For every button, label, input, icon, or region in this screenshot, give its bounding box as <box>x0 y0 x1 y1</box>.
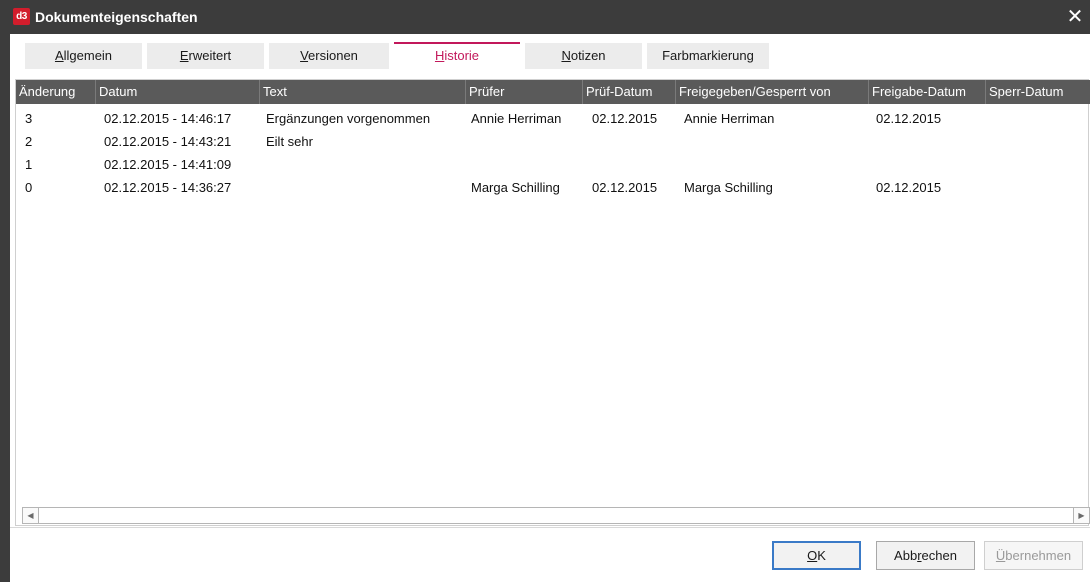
tab-mnemonic: V <box>300 48 309 63</box>
cell-pruef-datum: 02.12.2015 <box>592 180 658 195</box>
cell-datum: 02.12.2015 - 14:46:17 <box>104 111 232 126</box>
tab-mnemonic: A <box>54 48 64 63</box>
cell-pruefer: Marga Schilling <box>471 180 560 195</box>
cell-freigegeben-von: Marga Schilling <box>684 180 773 195</box>
window-left-border <box>0 0 10 582</box>
apply-button[interactable]: Übernehmen <box>984 541 1083 570</box>
cell-sperr-datum <box>990 153 1090 176</box>
app-logo-icon: d3 <box>13 8 30 25</box>
dialog-window: d3 Dokumenteigenschaften ✕ Allgemein Erw… <box>0 0 1090 582</box>
tab-erweitert[interactable]: Erweitert <box>147 43 264 69</box>
button-mnemonic: O <box>807 548 818 563</box>
cell-text: Eilt sehr <box>266 134 313 149</box>
cell-aenderung: 1 <box>25 157 33 172</box>
scroll-track[interactable] <box>39 507 1073 524</box>
scroll-left-icon[interactable]: ◀ <box>22 507 39 524</box>
tab-label-pre: Farbmarkierung <box>662 48 754 63</box>
column-header-text[interactable]: Text <box>260 80 466 104</box>
button-mnemonic: Ü <box>995 548 1006 563</box>
cell-pruef-datum <box>592 130 676 153</box>
cell-freigabe-datum: 02.12.2015 <box>876 180 942 195</box>
cell-pruef-datum: 02.12.2015 <box>592 111 658 126</box>
cell-aenderung: 3 <box>25 111 33 126</box>
list-header: Änderung Datum Text Prüfer Prüf-Datum Fr… <box>16 80 1090 104</box>
cell-sperr-datum <box>990 130 1090 153</box>
cell-text: Ergänzungen vorgenommen <box>266 111 431 126</box>
cell-freigabe-datum <box>876 130 986 153</box>
cell-freigegeben-von <box>684 153 869 176</box>
tab-label-post: llgemein <box>63 48 113 63</box>
button-label-post: bernehmen <box>1005 548 1072 563</box>
column-header-pruefer[interactable]: Prüfer <box>466 80 583 104</box>
tab-mnemonic: N <box>561 48 571 63</box>
cancel-button[interactable]: Abbrechen <box>876 541 975 570</box>
tab-mnemonic: H <box>434 48 445 63</box>
cell-freigegeben-von <box>684 130 869 153</box>
cell-freigabe-datum: 02.12.2015 <box>876 111 942 126</box>
horizontal-scrollbar[interactable]: ◀ ▶ <box>22 507 1090 524</box>
column-header-aenderung[interactable]: Änderung <box>16 80 96 104</box>
cell-pruef-datum <box>592 153 676 176</box>
cell-text <box>266 176 466 199</box>
cell-datum: 02.12.2015 - 14:43:21 <box>104 134 232 149</box>
tab-historie[interactable]: Historie <box>394 42 520 69</box>
tab-farbmarkierung[interactable]: Farbmarkierung <box>647 43 769 69</box>
cell-pruefer <box>471 130 586 153</box>
tab-label-post: otizen <box>570 48 606 63</box>
button-label-pre: Abb <box>894 548 918 563</box>
scroll-right-icon[interactable]: ▶ <box>1073 507 1090 524</box>
column-header-pruef-datum[interactable]: Prüf-Datum <box>583 80 676 104</box>
column-header-freigegeben-gesperrt-von[interactable]: Freigegeben/Gesperrt von <box>676 80 869 104</box>
tab-allgemein[interactable]: Allgemein <box>25 43 142 69</box>
column-header-sperr-datum[interactable]: Sperr-Datum <box>986 80 1090 104</box>
tab-label-post: rweitert <box>188 48 232 63</box>
column-header-freigabe-datum[interactable]: Freigabe-Datum <box>869 80 986 104</box>
cell-pruefer: Annie Herriman <box>471 111 562 126</box>
cell-sperr-datum <box>990 176 1090 199</box>
tab-versionen[interactable]: Versionen <box>269 43 389 69</box>
tab-label-post: istorie <box>444 48 480 63</box>
close-icon[interactable]: ✕ <box>1060 0 1090 34</box>
cell-datum: 02.12.2015 - 14:41:09 <box>104 157 232 172</box>
cell-datum: 02.12.2015 - 14:36:27 <box>104 180 232 195</box>
cell-aenderung: 2 <box>25 134 33 149</box>
table-row[interactable]: 0 02.12.2015 - 14:36:27 Marga Schilling … <box>16 176 1090 199</box>
column-header-datum[interactable]: Datum <box>96 80 260 104</box>
cell-aenderung: 0 <box>25 180 33 195</box>
table-row[interactable]: 3 02.12.2015 - 14:46:17 Ergänzungen vorg… <box>16 107 1090 130</box>
cell-text <box>266 153 466 176</box>
tab-strip: Allgemein Erweitert Versionen Historie N… <box>10 34 1090 70</box>
cell-pruefer <box>471 153 586 176</box>
tab-mnemonic: E <box>179 48 189 63</box>
tab-notizen[interactable]: Notizen <box>525 43 642 69</box>
table-row[interactable]: 2 02.12.2015 - 14:43:21 Eilt sehr <box>16 130 1090 153</box>
window-title: Dokumenteigenschaften <box>35 9 198 25</box>
ok-button[interactable]: OK <box>772 541 861 570</box>
button-label-post: echen <box>921 548 957 563</box>
button-label-post: K <box>817 548 826 563</box>
tab-label-post: ersionen <box>308 48 358 63</box>
cell-freigabe-datum <box>876 153 986 176</box>
cell-freigegeben-von: Annie Herriman <box>684 111 775 126</box>
table-row[interactable]: 1 02.12.2015 - 14:41:09 <box>16 153 1090 176</box>
title-bar[interactable]: d3 Dokumenteigenschaften ✕ <box>10 0 1090 34</box>
footer-divider <box>10 527 1090 528</box>
cell-sperr-datum <box>990 107 1090 130</box>
history-list[interactable]: Änderung Datum Text Prüfer Prüf-Datum Fr… <box>15 79 1090 526</box>
